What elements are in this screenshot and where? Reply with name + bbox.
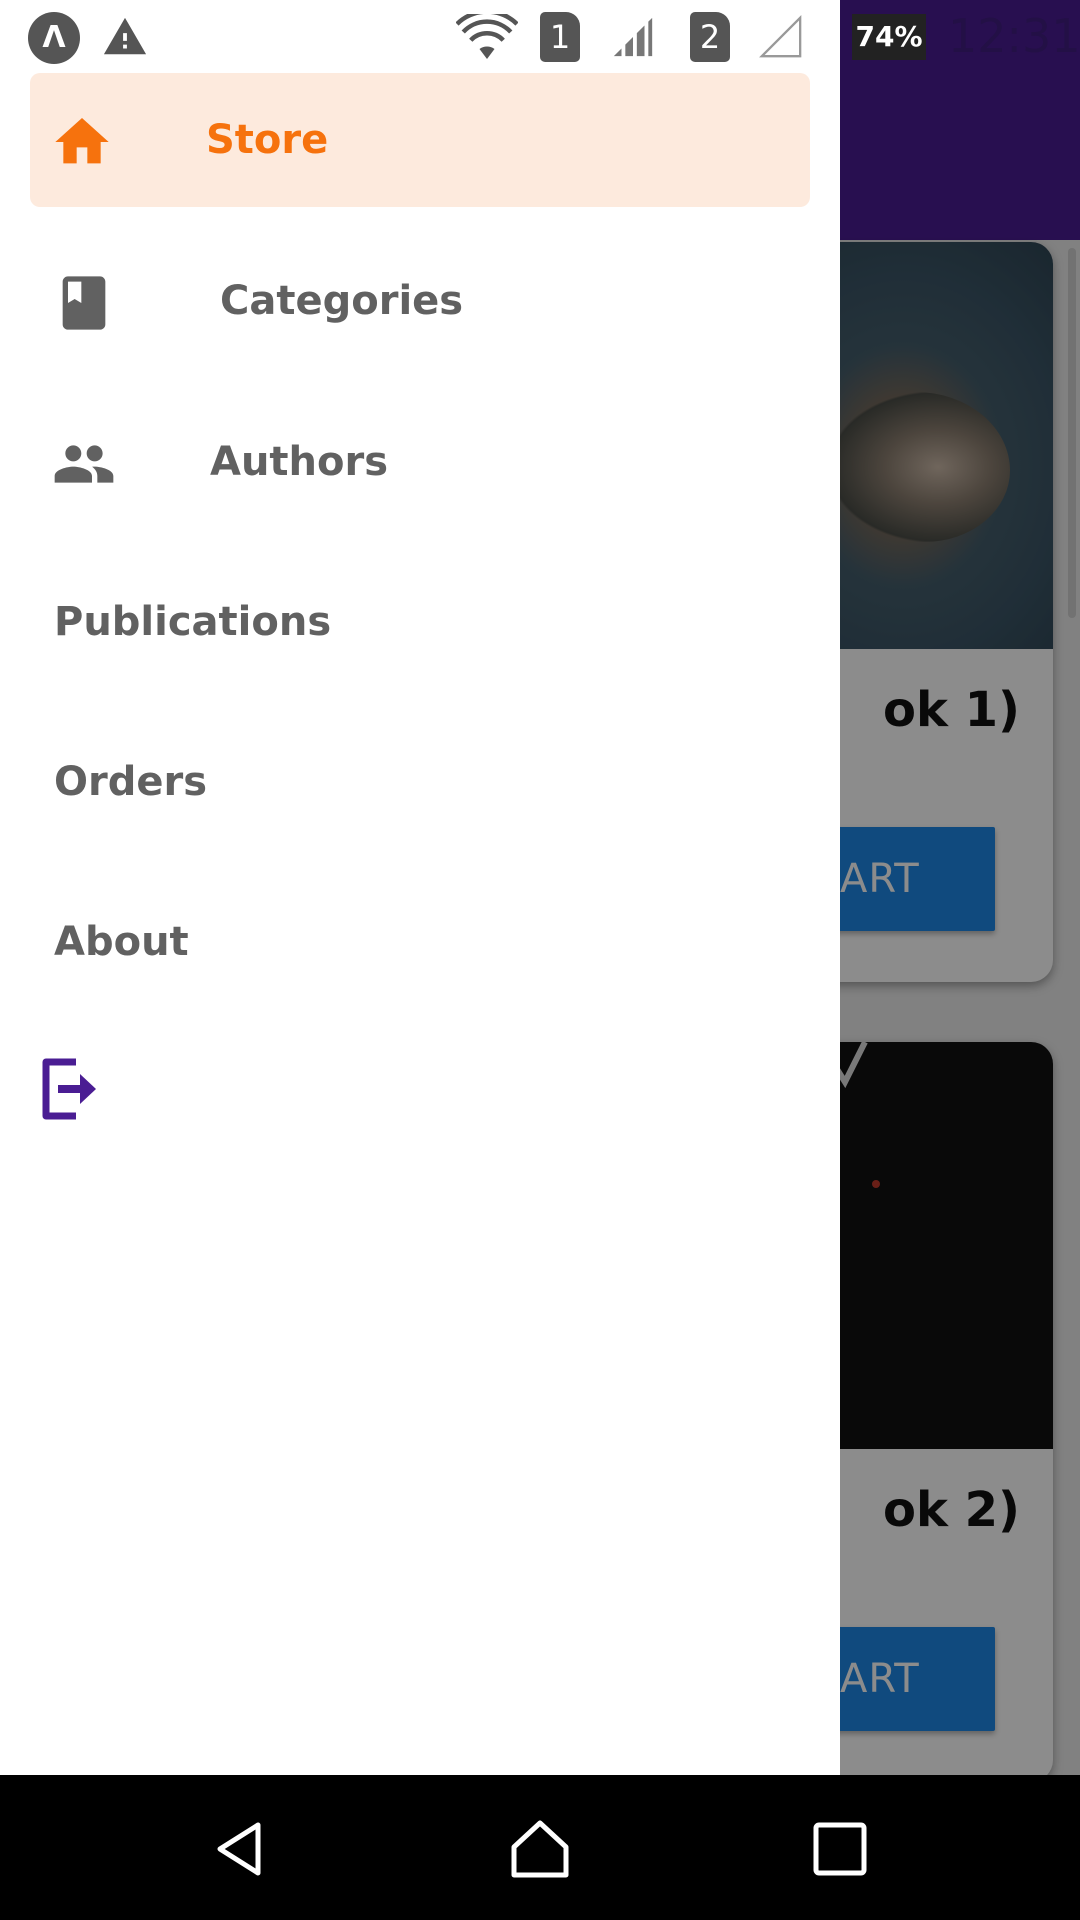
logout-icon[interactable]	[36, 1054, 100, 1124]
drawer-item-categories[interactable]: Categories	[30, 234, 810, 368]
sim1-badge: 1	[540, 12, 580, 62]
warning-icon	[103, 17, 147, 55]
drawer-item-label: Categories	[220, 278, 464, 324]
drawer-item-publications[interactable]: Publications	[30, 555, 810, 689]
drawer-item-label: Authors	[210, 439, 389, 485]
signal-icon	[613, 17, 653, 57]
signal-empty-icon	[759, 15, 802, 58]
recents-icon[interactable]	[808, 1817, 872, 1881]
app-logo-icon: Λ	[28, 12, 80, 64]
book-icon	[62, 276, 106, 330]
wifi-icon	[456, 14, 518, 59]
drawer-item-label: About	[54, 919, 189, 965]
drawer-item-label: Orders	[54, 759, 208, 805]
clock: 12:31	[948, 9, 1080, 63]
home-nav-icon[interactable]	[508, 1817, 572, 1881]
drawer-item-authors[interactable]: Authors	[30, 395, 810, 529]
drawer-item-orders[interactable]: Orders	[30, 715, 810, 849]
drawer-item-label: Store	[206, 117, 329, 163]
drawer-item-about[interactable]: About	[30, 875, 810, 1009]
drawer-item-store[interactable]: Store	[30, 73, 810, 207]
drawer-item-label: Publications	[54, 599, 332, 645]
sim2-badge: 2	[690, 12, 730, 62]
back-icon[interactable]	[210, 1817, 274, 1881]
navigation-drawer: Store Categories Authors Publications Or…	[0, 0, 840, 1775]
navigation-bar	[0, 1775, 1080, 1920]
people-icon	[54, 445, 114, 483]
battery-indicator: 74%	[852, 14, 926, 60]
status-bar: Λ 1 2 74% 12:31	[0, 0, 1080, 72]
home-icon	[55, 118, 109, 164]
